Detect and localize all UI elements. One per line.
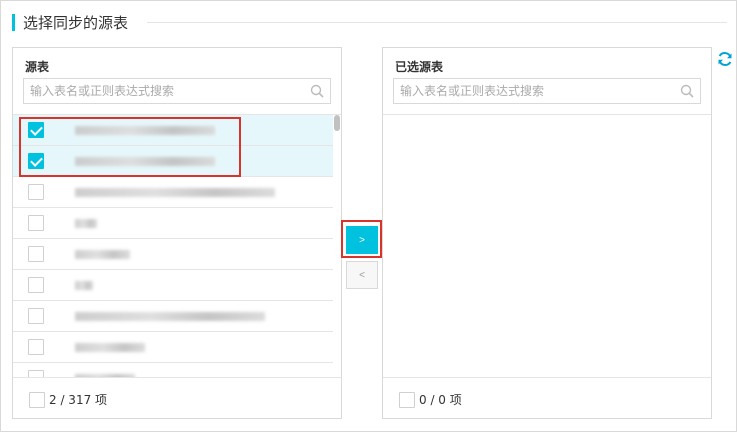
move-to-selected-button[interactable]: > bbox=[346, 226, 378, 254]
row-checkbox[interactable] bbox=[28, 184, 44, 200]
source-footer: 2 / 317 项 bbox=[29, 391, 107, 408]
selected-footer: 0 / 0 项 bbox=[399, 391, 462, 408]
list-divider bbox=[13, 377, 341, 378]
selected-search-box bbox=[393, 78, 701, 104]
obscured-table-name bbox=[75, 156, 215, 166]
row-checkbox[interactable] bbox=[28, 277, 44, 293]
row-checkbox[interactable] bbox=[28, 122, 44, 138]
section-title-text: 选择同步的源表 bbox=[23, 13, 129, 32]
table-row[interactable] bbox=[13, 363, 333, 377]
table-row[interactable] bbox=[13, 239, 333, 270]
table-row[interactable] bbox=[13, 115, 333, 146]
selected-table-panel: 已选源表 0 / 0 项 bbox=[382, 47, 712, 419]
scrollbar-thumb[interactable] bbox=[334, 115, 340, 131]
row-checkbox[interactable] bbox=[28, 308, 44, 324]
table-row[interactable] bbox=[13, 332, 333, 363]
source-search-input[interactable] bbox=[24, 79, 330, 103]
search-icon[interactable] bbox=[679, 83, 695, 99]
row-checkbox[interactable] bbox=[28, 246, 44, 262]
obscured-table-name bbox=[75, 187, 275, 197]
selected-count: 0 / 0 项 bbox=[419, 393, 462, 407]
source-search-box bbox=[23, 78, 331, 104]
table-row[interactable] bbox=[13, 146, 333, 177]
obscured-table-name bbox=[75, 125, 215, 135]
row-checkbox[interactable] bbox=[28, 370, 44, 377]
search-icon[interactable] bbox=[309, 83, 325, 99]
table-row[interactable] bbox=[13, 270, 333, 301]
move-to-source-button[interactable]: < bbox=[346, 261, 378, 289]
row-checkbox[interactable] bbox=[28, 339, 44, 355]
list-divider bbox=[383, 377, 711, 378]
table-row[interactable] bbox=[13, 301, 333, 332]
source-selection-count: 2 / 317 项 bbox=[49, 393, 108, 407]
selected-panel-header: 已选源表 bbox=[395, 60, 444, 74]
select-all-selected-checkbox[interactable] bbox=[399, 391, 415, 408]
source-table-list bbox=[13, 115, 333, 377]
list-divider bbox=[383, 114, 711, 115]
source-panel-header: 源表 bbox=[25, 60, 50, 74]
obscured-table-name bbox=[75, 218, 97, 228]
title-accent-bar bbox=[12, 13, 15, 31]
section-title: 选择同步的源表 bbox=[12, 12, 128, 32]
obscured-table-name bbox=[75, 342, 145, 352]
obscured-table-name bbox=[75, 249, 130, 259]
source-list-scrollbar[interactable] bbox=[333, 115, 341, 377]
obscured-table-name bbox=[75, 311, 265, 321]
row-checkbox[interactable] bbox=[28, 215, 44, 231]
select-all-source-checkbox[interactable] bbox=[29, 391, 45, 408]
obscured-table-name bbox=[75, 280, 93, 290]
source-table-panel: 源表 2 / 317 项 bbox=[12, 47, 342, 419]
selected-search-input[interactable] bbox=[394, 79, 700, 103]
refresh-icon[interactable] bbox=[716, 50, 734, 68]
row-checkbox[interactable] bbox=[28, 153, 44, 169]
table-row[interactable] bbox=[13, 208, 333, 239]
title-divider bbox=[147, 22, 727, 23]
table-row[interactable] bbox=[13, 177, 333, 208]
